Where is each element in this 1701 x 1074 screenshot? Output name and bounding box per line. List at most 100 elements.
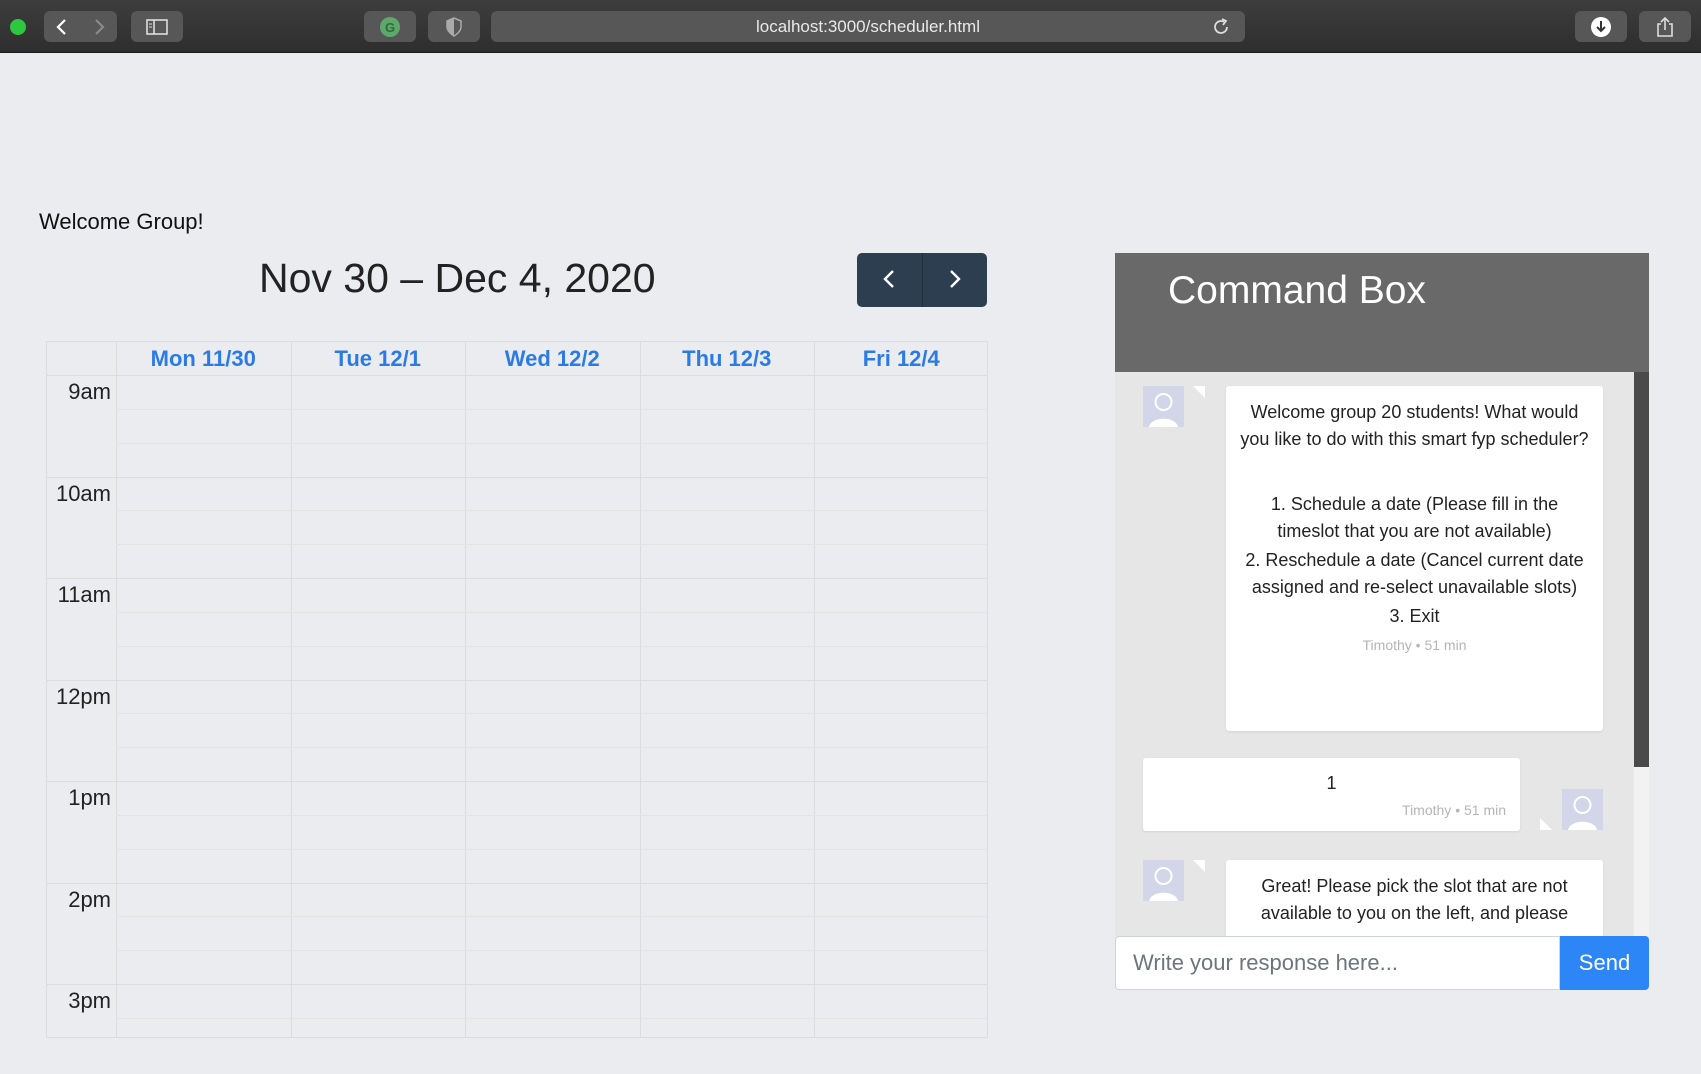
time-slot-cell[interactable] (117, 748, 291, 781)
time-slot-cell[interactable] (117, 647, 291, 680)
time-slot-cell[interactable] (292, 816, 466, 849)
time-slot-cell[interactable] (292, 545, 466, 578)
time-slot-cell[interactable] (641, 613, 815, 646)
time-slot-cell[interactable] (641, 444, 815, 477)
time-slot-cell[interactable] (641, 951, 815, 984)
chat-scrollbar-thumb[interactable] (1634, 372, 1649, 767)
reload-icon[interactable] (1211, 17, 1231, 42)
time-slot-cell[interactable] (466, 410, 640, 443)
time-slot-cell[interactable] (466, 444, 640, 477)
time-slot-cell[interactable] (292, 511, 466, 544)
time-slot-cell[interactable] (641, 478, 815, 511)
time-slot-cell[interactable] (466, 579, 640, 612)
time-slot-cell[interactable] (815, 376, 987, 409)
time-slot-cell[interactable] (815, 613, 987, 646)
time-slot-cell[interactable] (466, 816, 640, 849)
time-slot-cell[interactable] (466, 1019, 640, 1037)
time-slot-cell[interactable] (292, 444, 466, 477)
time-slot-cell[interactable] (641, 748, 815, 781)
time-slot-cell[interactable] (641, 545, 815, 578)
time-slot-cell[interactable] (117, 850, 291, 883)
time-slot-cell[interactable] (466, 985, 640, 1018)
time-slot-cell[interactable] (815, 579, 987, 612)
time-slot-cell[interactable] (466, 850, 640, 883)
time-slot-cell[interactable] (292, 985, 466, 1018)
time-slot-cell[interactable] (466, 478, 640, 511)
time-slot-cell[interactable] (292, 681, 466, 714)
time-slot-cell[interactable] (466, 511, 640, 544)
time-slot-cell[interactable] (292, 647, 466, 680)
time-slot-cell[interactable] (117, 376, 291, 409)
time-slot-cell[interactable] (641, 511, 815, 544)
response-input[interactable] (1115, 936, 1560, 990)
time-slot-cell[interactable] (117, 816, 291, 849)
time-slot-cell[interactable] (117, 613, 291, 646)
time-slot-cell[interactable] (641, 782, 815, 815)
time-slot-cell[interactable] (815, 647, 987, 680)
time-slot-cell[interactable] (641, 816, 815, 849)
window-close-dot[interactable] (10, 19, 26, 35)
time-slot-cell[interactable] (815, 951, 987, 984)
time-slot-cell[interactable] (815, 884, 987, 917)
time-slot-cell[interactable] (292, 884, 466, 917)
time-slot-cell[interactable] (815, 410, 987, 443)
day-header[interactable]: Thu 12/3 (640, 342, 815, 375)
time-slot-cell[interactable] (117, 782, 291, 815)
forward-icon[interactable] (92, 18, 106, 36)
time-slot-cell[interactable] (641, 985, 815, 1018)
time-slot-cell[interactable] (117, 985, 291, 1018)
address-bar[interactable]: localhost:3000/scheduler.html (491, 11, 1245, 42)
time-slot-cell[interactable] (292, 478, 466, 511)
time-slot-cell[interactable] (117, 681, 291, 714)
time-slot-cell[interactable] (466, 951, 640, 984)
prev-week-button[interactable] (857, 253, 922, 307)
time-slot-cell[interactable] (641, 884, 815, 917)
time-slot-cell[interactable] (466, 748, 640, 781)
time-slot-cell[interactable] (641, 579, 815, 612)
sidebar-toggle-button[interactable] (131, 11, 183, 42)
time-slot-cell[interactable] (815, 748, 987, 781)
chat-log[interactable]: Welcome group 20 students! What would yo… (1115, 372, 1649, 936)
time-slot-cell[interactable] (466, 782, 640, 815)
time-slot-cell[interactable] (466, 376, 640, 409)
next-week-button[interactable] (921, 253, 988, 307)
time-slot-cell[interactable] (117, 1019, 291, 1037)
time-slot-cell[interactable] (641, 850, 815, 883)
time-slot-cell[interactable] (641, 1019, 815, 1037)
time-slot-cell[interactable] (641, 410, 815, 443)
time-slot-cell[interactable] (292, 748, 466, 781)
time-slot-cell[interactable] (466, 613, 640, 646)
time-slot-cell[interactable] (292, 850, 466, 883)
time-slot-cell[interactable] (466, 545, 640, 578)
time-slot-cell[interactable] (292, 613, 466, 646)
share-button[interactable] (1639, 11, 1691, 42)
time-slot-cell[interactable] (292, 782, 466, 815)
time-slot-cell[interactable] (641, 917, 815, 950)
time-slot-cell[interactable] (815, 985, 987, 1018)
day-header[interactable]: Mon 11/30 (116, 342, 291, 375)
day-header[interactable]: Fri 12/4 (814, 342, 987, 375)
time-slot-cell[interactable] (117, 511, 291, 544)
time-slot-cell[interactable] (815, 917, 987, 950)
time-slot-cell[interactable] (292, 410, 466, 443)
time-slot-cell[interactable] (815, 782, 987, 815)
time-slot-cell[interactable] (466, 917, 640, 950)
send-button[interactable]: Send (1560, 936, 1649, 990)
time-slot-cell[interactable] (117, 410, 291, 443)
back-icon[interactable] (55, 18, 69, 36)
time-slot-cell[interactable] (815, 681, 987, 714)
time-slot-cell[interactable] (641, 376, 815, 409)
time-slot-cell[interactable] (815, 714, 987, 747)
time-slot-cell[interactable] (641, 647, 815, 680)
time-slot-cell[interactable] (815, 444, 987, 477)
time-slot-cell[interactable] (117, 714, 291, 747)
time-slot-cell[interactable] (117, 579, 291, 612)
time-slot-cell[interactable] (815, 545, 987, 578)
downloads-button[interactable] (1575, 11, 1627, 42)
grammarly-button[interactable]: G (364, 11, 416, 42)
time-slot-cell[interactable] (117, 545, 291, 578)
time-slot-cell[interactable] (815, 850, 987, 883)
time-slot-cell[interactable] (117, 444, 291, 477)
privacy-button[interactable] (428, 11, 480, 42)
time-slot-cell[interactable] (292, 714, 466, 747)
